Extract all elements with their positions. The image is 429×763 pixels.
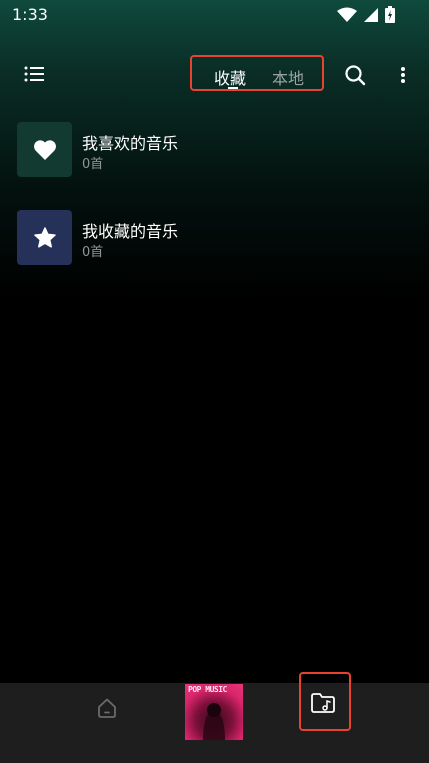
- playlist-cover: [17, 210, 72, 265]
- menu-button[interactable]: [22, 62, 48, 86]
- playlist-item-collected[interactable]: 我收藏的音乐 0首: [0, 208, 429, 296]
- album-art-figure: [203, 703, 225, 740]
- nav-home-button[interactable]: [94, 695, 120, 721]
- music-folder-icon: [311, 693, 335, 713]
- top-bar: 收藏 本地: [0, 50, 429, 100]
- playlist-title: 我收藏的音乐: [82, 222, 179, 241]
- playlist-title: 我喜欢的音乐: [82, 134, 179, 153]
- status-bar: 1:33: [0, 0, 429, 30]
- bottom-nav: POP MUSIC: [0, 672, 429, 763]
- nav-music-folder-button[interactable]: [310, 691, 336, 715]
- playlist-cover: [17, 122, 72, 177]
- tab-local[interactable]: 本地: [272, 65, 304, 89]
- nav-folder-highlight: [299, 672, 351, 731]
- wifi-icon: [337, 7, 357, 22]
- more-vertical-icon: [401, 67, 405, 83]
- home-icon: [98, 698, 116, 718]
- signal-icon: [364, 7, 378, 22]
- search-icon: [345, 65, 366, 86]
- heart-icon: [33, 139, 56, 160]
- playlist-item-liked[interactable]: 我喜欢的音乐 0首: [0, 120, 429, 208]
- more-button[interactable]: [398, 64, 408, 86]
- menu-list-icon: [24, 66, 44, 82]
- playlist-count: 0首: [82, 245, 104, 260]
- tab-switcher: 收藏 本地: [190, 55, 324, 91]
- now-playing-album[interactable]: POP MUSIC: [185, 684, 243, 740]
- playlist-list: 我喜欢的音乐 0首 我收藏的音乐 0首: [0, 120, 429, 296]
- star-icon: [33, 226, 56, 248]
- battery-icon: [385, 6, 395, 23]
- status-time: 1:33: [12, 5, 48, 24]
- status-icons: [337, 6, 395, 23]
- tab-favorites[interactable]: 收藏: [214, 65, 246, 89]
- playlist-count: 0首: [82, 157, 104, 172]
- background: [0, 0, 429, 763]
- tab-active-indicator: [228, 87, 238, 89]
- search-button[interactable]: [344, 64, 366, 86]
